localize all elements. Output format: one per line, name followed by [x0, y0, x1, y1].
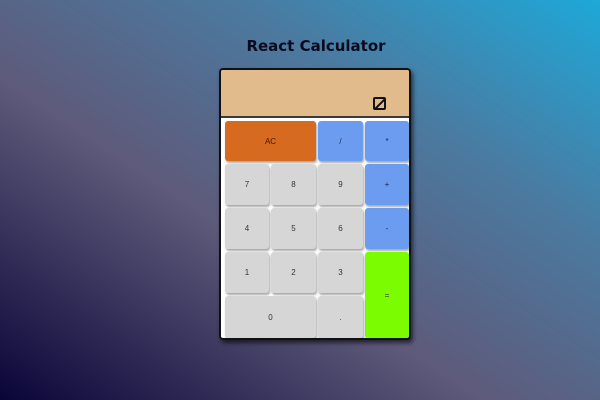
divide-button[interactable]: /	[318, 121, 363, 161]
digit-5-button[interactable]: 5	[271, 208, 316, 249]
decimal-button[interactable]: .	[318, 296, 363, 338]
digit-8-button[interactable]: 8	[271, 164, 316, 205]
digit-3-button[interactable]: 3	[318, 252, 363, 293]
equals-button[interactable]: =	[365, 252, 409, 338]
digit-2-button[interactable]: 2	[271, 252, 316, 293]
clear-button[interactable]: AC	[225, 121, 316, 161]
digit-1-button[interactable]: 1	[225, 252, 269, 293]
empty-value-icon	[373, 97, 386, 110]
digit-9-button[interactable]: 9	[318, 164, 363, 205]
calculator: AC / * 7 8 9 + 4 5 6 - 1 2 3 = 0 .	[219, 68, 411, 340]
digit-6-button[interactable]: 6	[318, 208, 363, 249]
multiply-button[interactable]: *	[365, 121, 409, 161]
page-title: React Calculator	[246, 37, 386, 55]
minus-button[interactable]: -	[365, 208, 409, 249]
digit-0-button[interactable]: 0	[225, 296, 316, 338]
digit-7-button[interactable]: 7	[225, 164, 269, 205]
calculator-display	[221, 70, 409, 118]
plus-button[interactable]: +	[365, 164, 409, 205]
digit-4-button[interactable]: 4	[225, 208, 269, 249]
